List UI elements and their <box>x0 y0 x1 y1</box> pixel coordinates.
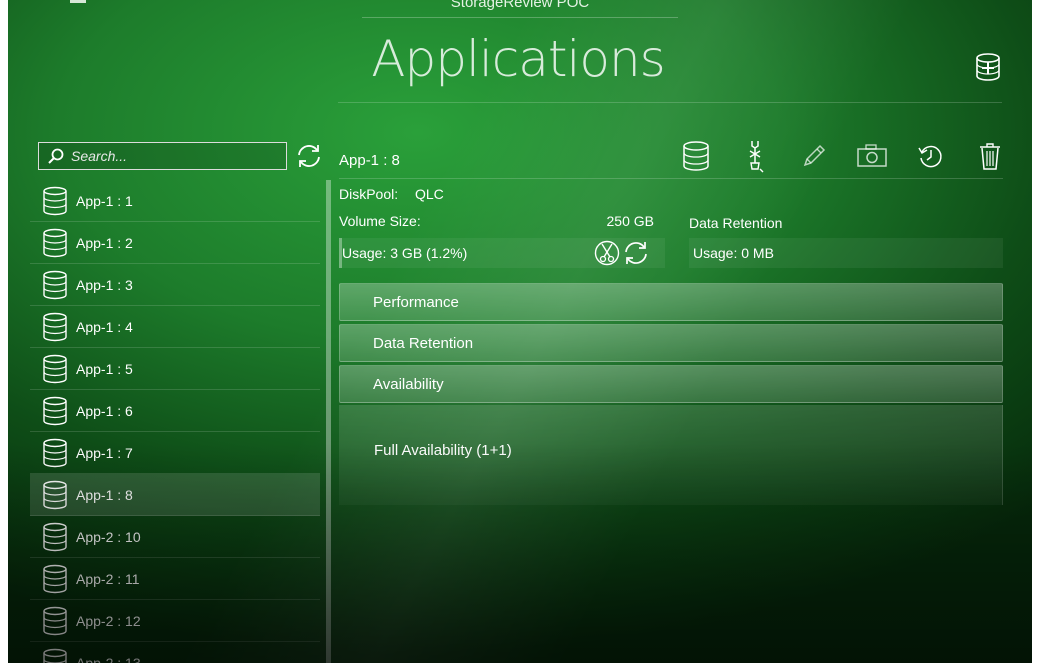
scissors-icon <box>594 240 620 266</box>
scrollbar-thumb[interactable] <box>326 180 331 663</box>
list-item-label: App-1 : 5 <box>76 360 133 377</box>
history-button[interactable] <box>915 140 947 172</box>
list-item-label: App-1 : 8 <box>76 486 133 503</box>
menu-icon[interactable] <box>70 0 86 3</box>
section-availability-label: Availability <box>373 375 444 393</box>
volume-button[interactable] <box>680 140 712 172</box>
volume-size-value: 250 GB <box>606 213 654 229</box>
add-application-button[interactable] <box>974 52 1002 82</box>
refresh-list-button[interactable] <box>295 142 323 170</box>
app-window: StorageReview POC Applications App-1 : 1… <box>8 0 1032 663</box>
database-icon <box>42 186 68 216</box>
database-icon <box>42 564 68 594</box>
camera-icon <box>857 144 888 167</box>
database-icon <box>42 396 68 426</box>
list-item[interactable]: App-1 : 8 <box>30 474 320 516</box>
list-item-label: App-1 : 6 <box>76 402 133 419</box>
availability-value: Full Availability (1+1) <box>374 442 512 459</box>
list-item[interactable]: App-1 : 5 <box>30 348 320 390</box>
toolbar-divider <box>339 178 1003 179</box>
system-title: StorageReview POC <box>362 0 678 18</box>
refresh-icon <box>298 145 320 167</box>
database-icon <box>42 606 68 636</box>
list-item[interactable]: App-1 : 1 <box>30 180 320 222</box>
diskpool-value: QLC <box>415 186 444 202</box>
list-item[interactable]: App-1 : 6 <box>30 390 320 432</box>
list-item[interactable]: App-1 : 2 <box>30 222 320 264</box>
delete-button[interactable] <box>974 140 1006 172</box>
list-item-label: App-1 : 4 <box>76 318 133 335</box>
list-item[interactable]: App-2 : 11 <box>30 558 320 600</box>
database-icon <box>42 312 68 342</box>
diskpool-label: DiskPool: <box>339 186 399 202</box>
application-list: App-1 : 1 App-1 : 2 App-1 : 3 App-1 : 4 App-… <box>30 180 320 663</box>
section-data-retention-label: Data Retention <box>373 334 474 352</box>
search-icon <box>47 147 65 165</box>
list-item-label: App-1 : 7 <box>76 444 133 461</box>
wrench-icon <box>749 141 764 173</box>
list-item[interactable]: App-1 : 3 <box>30 264 320 306</box>
pencil-icon <box>803 144 825 167</box>
usage-text: Usage: 3 GB (1.2%) <box>342 245 468 261</box>
database-icon <box>42 270 68 300</box>
list-item-label: App-1 : 2 <box>76 234 133 251</box>
list-item-label: App-2 : 11 <box>76 570 140 587</box>
detail-toolbar <box>680 136 1006 176</box>
list-item[interactable]: App-2 : 12 <box>30 600 320 642</box>
trash-icon <box>979 143 1000 170</box>
database-icon <box>42 354 68 384</box>
database-icon <box>42 438 68 468</box>
section-data-retention[interactable]: Data Retention <box>339 324 1003 362</box>
data-retention-usage-text: Usage: 0 MB <box>693 245 774 261</box>
detail-title: App-1 : 8 <box>339 152 400 169</box>
search-box[interactable] <box>38 142 287 170</box>
list-item-label: App-2 : 10 <box>76 528 141 545</box>
tools-button[interactable] <box>739 140 771 173</box>
database-icon <box>42 522 68 552</box>
database-icon <box>42 648 68 663</box>
page-title: Applications <box>371 30 665 88</box>
list-item-label: App-1 : 3 <box>76 276 133 293</box>
refresh-icon <box>625 242 647 264</box>
list-item[interactable]: App-2 : 13 <box>30 642 320 663</box>
section-performance-label: Performance <box>373 293 459 311</box>
section-performance[interactable]: Performance <box>339 283 1003 321</box>
database-icon <box>683 141 709 171</box>
edit-button[interactable] <box>798 140 830 172</box>
list-item[interactable]: App-1 : 7 <box>30 432 320 474</box>
trim-button[interactable] <box>594 240 620 266</box>
list-item[interactable]: App-2 : 10 <box>30 516 320 558</box>
section-availability[interactable]: Availability <box>339 365 1003 403</box>
title-divider <box>338 102 1002 103</box>
search-input[interactable] <box>71 148 271 164</box>
sync-usage-button[interactable] <box>623 240 649 266</box>
database-icon <box>42 480 68 510</box>
volume-size-label: Volume Size: <box>339 213 421 229</box>
snapshot-button[interactable] <box>856 140 888 172</box>
database-icon <box>42 228 68 258</box>
list-scrollbar[interactable] <box>326 180 331 663</box>
list-item-label: App-1 : 1 <box>76 192 133 209</box>
history-icon <box>918 145 942 168</box>
data-retention-label: Data Retention <box>689 215 783 231</box>
list-item[interactable]: App-1 : 4 <box>30 306 320 348</box>
database-add-icon <box>976 53 1000 81</box>
list-item-label: App-2 : 12 <box>76 612 141 629</box>
list-item-label: App-2 : 13 <box>76 654 141 663</box>
